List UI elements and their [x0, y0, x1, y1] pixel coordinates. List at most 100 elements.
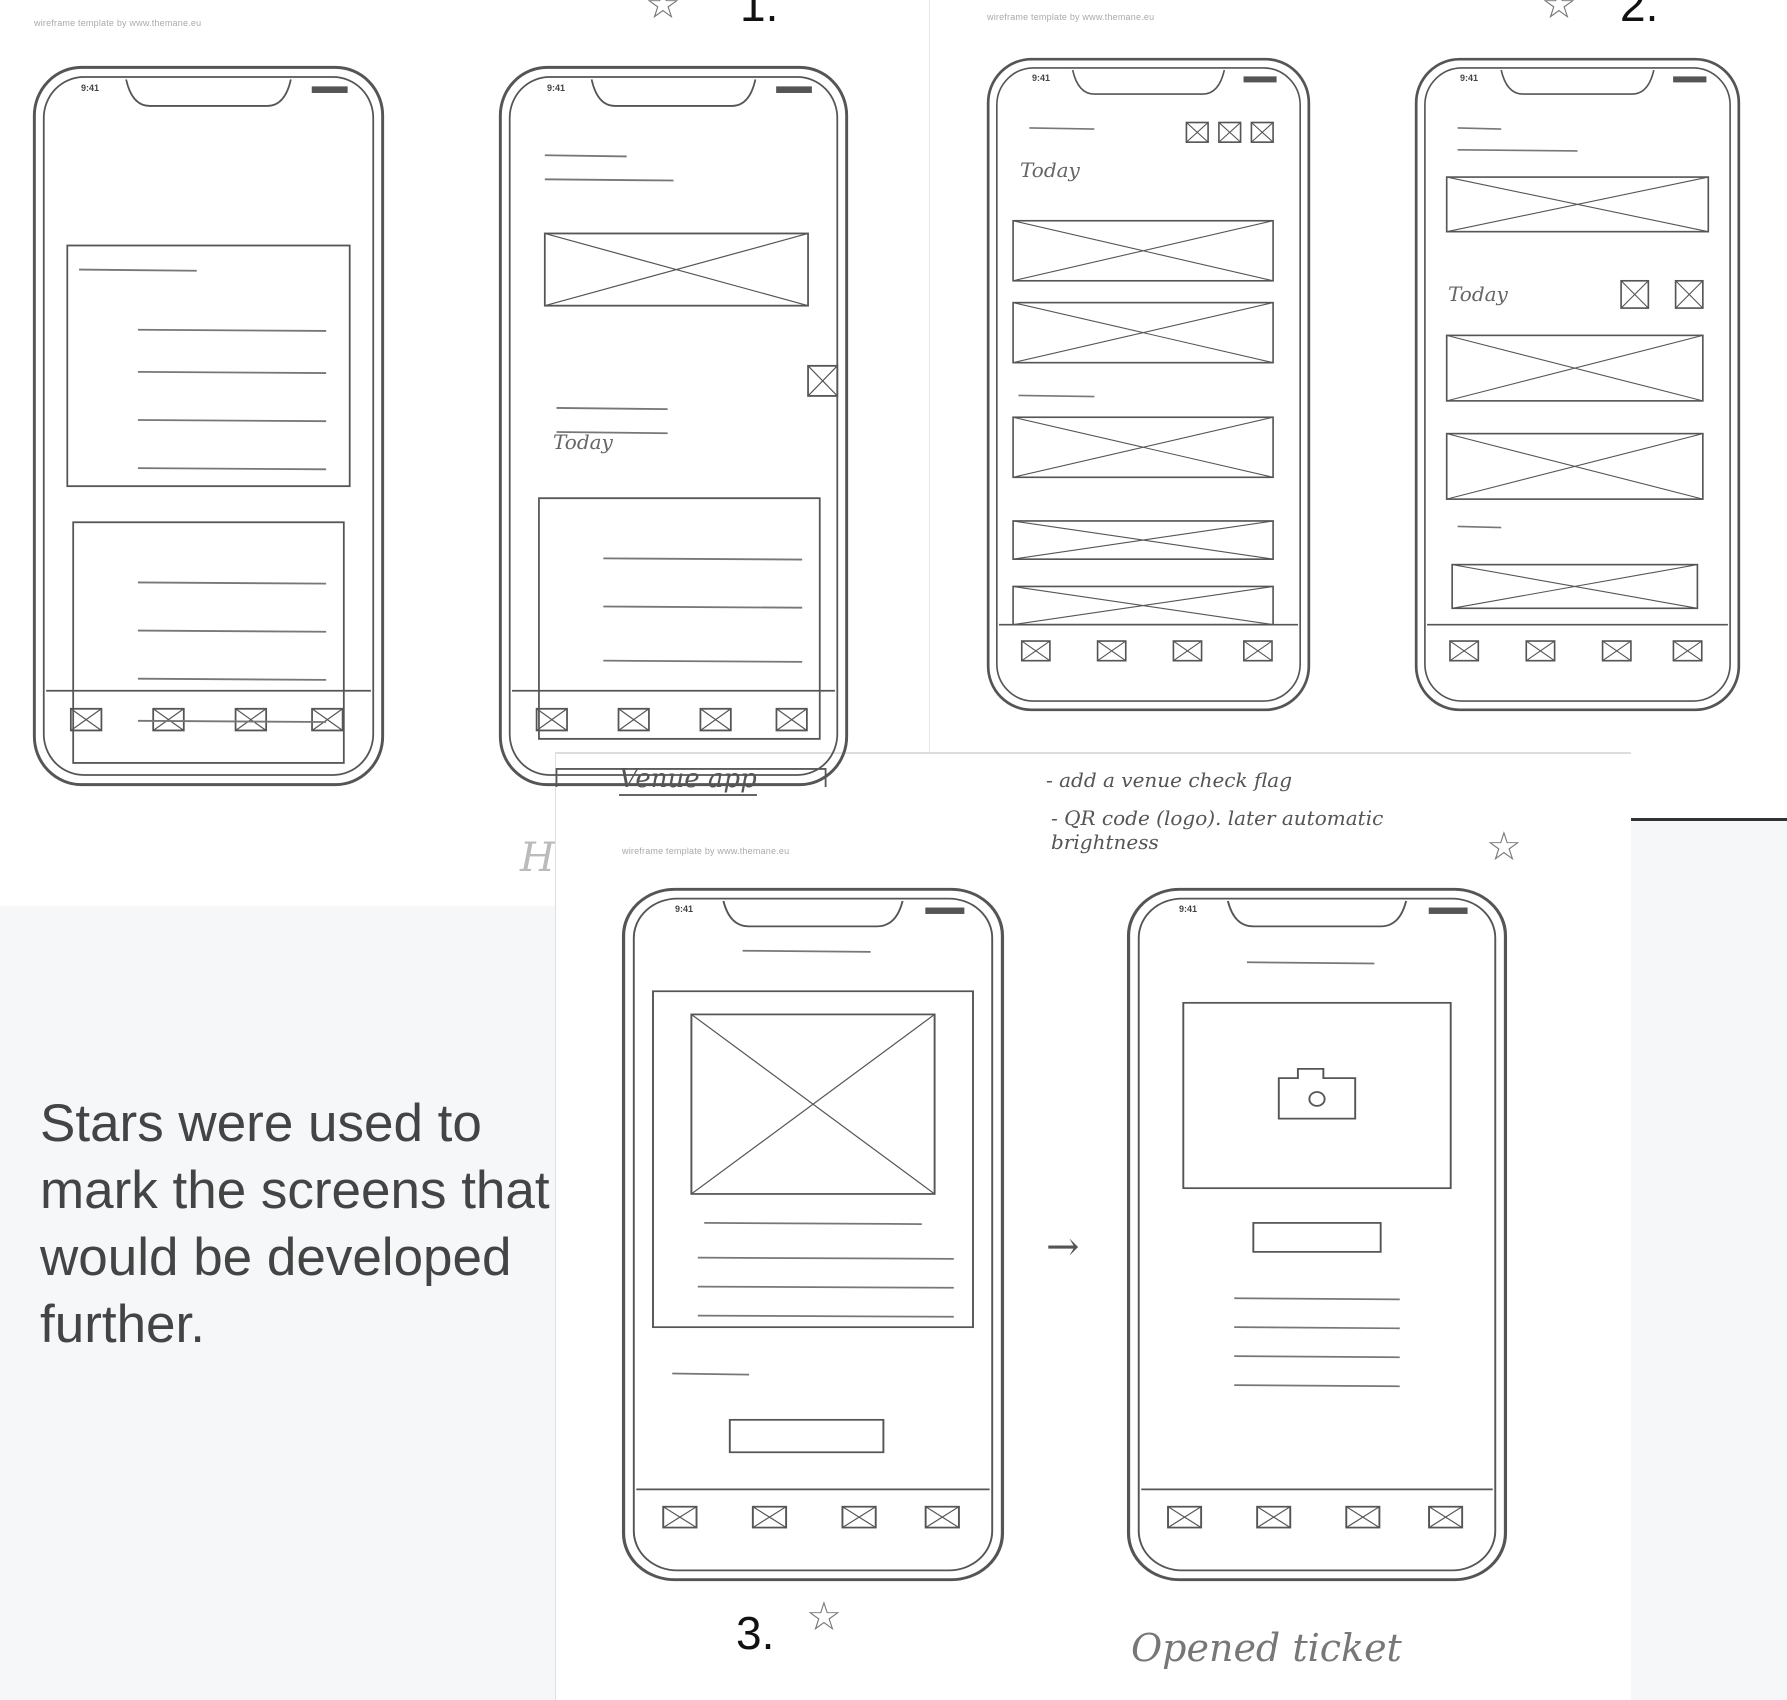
- image-placeholder-icon: [152, 708, 185, 731]
- content-card: [652, 990, 974, 1329]
- star-icon: ☆: [645, 0, 681, 27]
- image-placeholder-icon: [1525, 640, 1555, 662]
- camera-icon: [1308, 1091, 1326, 1107]
- image-placeholder-icon: [1602, 640, 1632, 662]
- image-placeholder-icon: [1167, 1506, 1202, 1529]
- camera-icon: [1277, 1067, 1357, 1120]
- image-placeholder-icon: [1173, 640, 1202, 662]
- status-bar-time: 9:41: [675, 904, 694, 914]
- phone-screen: [42, 76, 375, 776]
- text-line: [672, 1372, 750, 1376]
- text-line: [544, 154, 627, 158]
- image-placeholder-icon: [1013, 520, 1274, 560]
- sheet-number: 3.: [736, 1607, 775, 1659]
- phone-notch: [125, 79, 292, 107]
- text-line: [603, 557, 803, 561]
- phone-wireframe-sketch: 9:41: [1126, 887, 1508, 1582]
- text-line: [137, 370, 327, 374]
- text-line: [79, 268, 197, 272]
- phone-notch: [590, 79, 757, 107]
- phone-wireframe-sketch: 9:41: [1414, 57, 1741, 712]
- text-line: [137, 328, 327, 332]
- image-placeholder-icon: [662, 1506, 697, 1529]
- image-placeholder-icon: [1446, 433, 1703, 500]
- text-line: [1234, 1297, 1400, 1301]
- text-line: [704, 1222, 922, 1225]
- phone-notch: [1071, 69, 1226, 95]
- phone-wireframe-sketch: 9:41: [986, 57, 1311, 712]
- image-placeholder-icon: [1673, 640, 1703, 662]
- phone-outline: [32, 65, 385, 787]
- image-placeholder-icon: [536, 708, 568, 731]
- status-bar-time: 9:41: [81, 83, 100, 93]
- text-line: [742, 949, 871, 953]
- image-placeholder-icon: [925, 1506, 960, 1529]
- partial-handwritten-label: H: [520, 835, 555, 881]
- phone-outline: [498, 65, 849, 787]
- phone-outline: [1414, 57, 1741, 712]
- content-card: [72, 521, 345, 764]
- image-placeholder-icon: [1218, 122, 1241, 143]
- phone-outline: [1126, 887, 1508, 1582]
- image-placeholder-icon: [690, 1013, 936, 1195]
- text-line: [1234, 1326, 1400, 1330]
- image-placeholder-icon: [1428, 1506, 1463, 1529]
- image-placeholder-icon: [1012, 220, 1274, 282]
- sheet-number: 2.: [1620, 0, 1659, 31]
- battery-signal-icon: [925, 907, 965, 914]
- phone-wireframe-sketch: 9:41: [621, 887, 1005, 1582]
- content-card: [1182, 1001, 1452, 1190]
- text-line: [1234, 1355, 1400, 1359]
- sheet-number: 1.: [740, 0, 779, 31]
- text-line: [697, 1285, 954, 1289]
- text-line: [697, 1256, 954, 1260]
- image-placeholder-icon: [1251, 122, 1274, 143]
- status-bar-time: 9:41: [547, 83, 566, 93]
- image-placeholder-icon: [1012, 302, 1274, 364]
- image-placeholder-icon: [1452, 564, 1698, 609]
- phone-outline: [986, 57, 1311, 712]
- phone-notch: [1500, 69, 1655, 95]
- text-line: [1457, 148, 1578, 152]
- image-placeholder-icon: [1256, 1506, 1291, 1529]
- image-placeholder-icon: [1186, 122, 1209, 143]
- image-placeholder-icon: [700, 708, 732, 731]
- image-placeholder-icon: [1012, 416, 1274, 478]
- battery-signal-icon: [1243, 76, 1277, 83]
- battery-signal-icon: [1428, 907, 1468, 914]
- image-placeholder-icon: [1013, 585, 1274, 626]
- image-placeholder-icon: [1345, 1506, 1380, 1529]
- divider: [1630, 818, 1787, 821]
- text-line: [544, 178, 674, 182]
- text-line: [137, 629, 327, 633]
- star-icon: ☆: [1541, 0, 1577, 27]
- battery-signal-icon: [1673, 76, 1707, 83]
- template-credit: wireframe template by www.themane.eu: [34, 18, 202, 28]
- today-label: Today: [1020, 158, 1080, 182]
- today-label: Today: [1448, 282, 1508, 306]
- status-bar-time: 9:41: [1460, 73, 1479, 83]
- image-placeholder-icon: [1446, 334, 1703, 402]
- image-placeholder-icon: [70, 708, 102, 731]
- phone-outline: [621, 887, 1005, 1582]
- phone-screen: [508, 76, 839, 776]
- phone-notch: [1226, 900, 1408, 928]
- content-card: [1252, 1222, 1382, 1253]
- image-placeholder-icon: [842, 1506, 877, 1529]
- image-placeholder-icon: [618, 708, 650, 731]
- text-line: [137, 581, 327, 585]
- screen-label: Opened ticket: [1131, 1626, 1402, 1670]
- image-placeholder-icon: [544, 232, 809, 307]
- phone-wireframe-sketch: 9:41: [32, 65, 385, 787]
- caption-text: Stars were used to mark the screens that…: [40, 1094, 550, 1354]
- text-line: [1246, 961, 1375, 965]
- note-2: - QR code (logo). later automatic bright…: [1051, 806, 1384, 854]
- content-card: [538, 497, 821, 740]
- phone-screen: [632, 897, 994, 1572]
- arrow-right-icon: →: [1046, 1224, 1080, 1270]
- text-line: [1029, 127, 1095, 130]
- phone-notch: [722, 900, 904, 928]
- star-icon: ☆: [806, 1595, 842, 1639]
- image-placeholder-icon: [311, 708, 343, 731]
- image-placeholder-icon: [1449, 640, 1479, 662]
